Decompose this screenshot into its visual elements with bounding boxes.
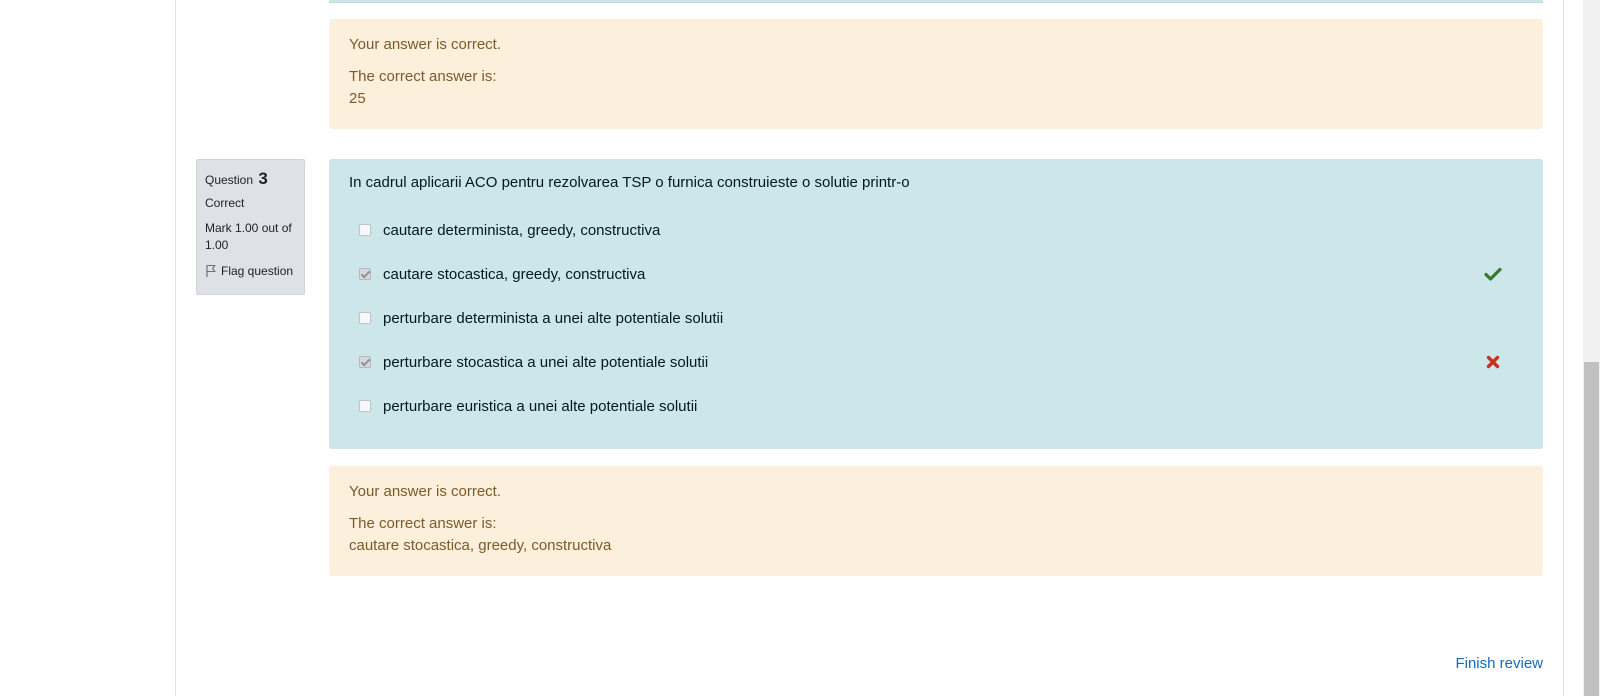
general-feedback: Your answer is correct. <box>349 483 502 500</box>
flag-question-label: Flag question <box>221 264 294 278</box>
correct-check-icon <box>1483 264 1503 284</box>
answer-option: perturbare determinista a unei alte pote… <box>349 297 1523 341</box>
answer-option: cautare stocastica, greedy, constructiva <box>349 253 1523 297</box>
answer-option: cautare determinista, greedy, constructi… <box>349 209 1523 253</box>
answer-label: cautare determinista, greedy, constructi… <box>383 222 661 239</box>
finish-review-link[interactable]: Finish review <box>1455 654 1543 674</box>
answer-checkbox[interactable] <box>359 224 371 236</box>
answer-checkbox[interactable] <box>359 400 371 412</box>
flag-icon <box>205 264 217 278</box>
previous-question-feedback: Your answer is correct. The correct answ… <box>329 19 1543 129</box>
answer-label: perturbare stocastica a unei alte potent… <box>383 354 709 371</box>
answer-checkbox-checked[interactable] <box>359 356 371 368</box>
answer-option: perturbare stocastica a unei alte potent… <box>349 341 1523 385</box>
quiz-review-page: Your answer is correct. The correct answ… <box>0 0 1600 696</box>
answer-label: perturbare euristica a unei alte potenti… <box>383 398 698 415</box>
previous-question-text-box <box>329 0 1543 3</box>
question-number: Question 3 <box>205 168 296 191</box>
question-content-box: In cadrul aplicarii ACO pentru rezolvare… <box>329 159 1543 449</box>
right-answer-label: The correct answer is: <box>349 515 497 532</box>
answer-option: perturbare euristica a unei alte potenti… <box>349 385 1523 429</box>
answer-checkbox-checked[interactable] <box>359 268 371 280</box>
question-text: In cadrul aplicarii ACO pentru rezolvare… <box>349 174 910 191</box>
question-state: Correct <box>205 196 245 210</box>
flag-question-button[interactable]: Flag question <box>205 263 296 279</box>
right-answer-value: cautare stocastica, greedy, constructiva <box>349 537 612 554</box>
right-answer-value: 25 <box>349 90 366 107</box>
question-label: Question <box>205 173 254 187</box>
question-number-value: 3 <box>258 169 268 188</box>
general-feedback: Your answer is correct. <box>349 36 502 53</box>
question-feedback: Your answer is correct. The correct answ… <box>329 466 1543 576</box>
answer-label: perturbare determinista a unei alte pote… <box>383 310 724 327</box>
incorrect-cross-icon <box>1483 352 1503 372</box>
scrollbar-thumb[interactable] <box>1584 362 1599 696</box>
question-grade: Mark 1.00 out of 1.00 <box>205 221 292 252</box>
question-info-box: Question 3 Correct Mark 1.00 out of 1.00… <box>196 159 305 295</box>
right-answer-label: The correct answer is: <box>349 68 497 85</box>
answer-label: cautare stocastica, greedy, constructiva <box>383 266 646 283</box>
answer-checkbox[interactable] <box>359 312 371 324</box>
